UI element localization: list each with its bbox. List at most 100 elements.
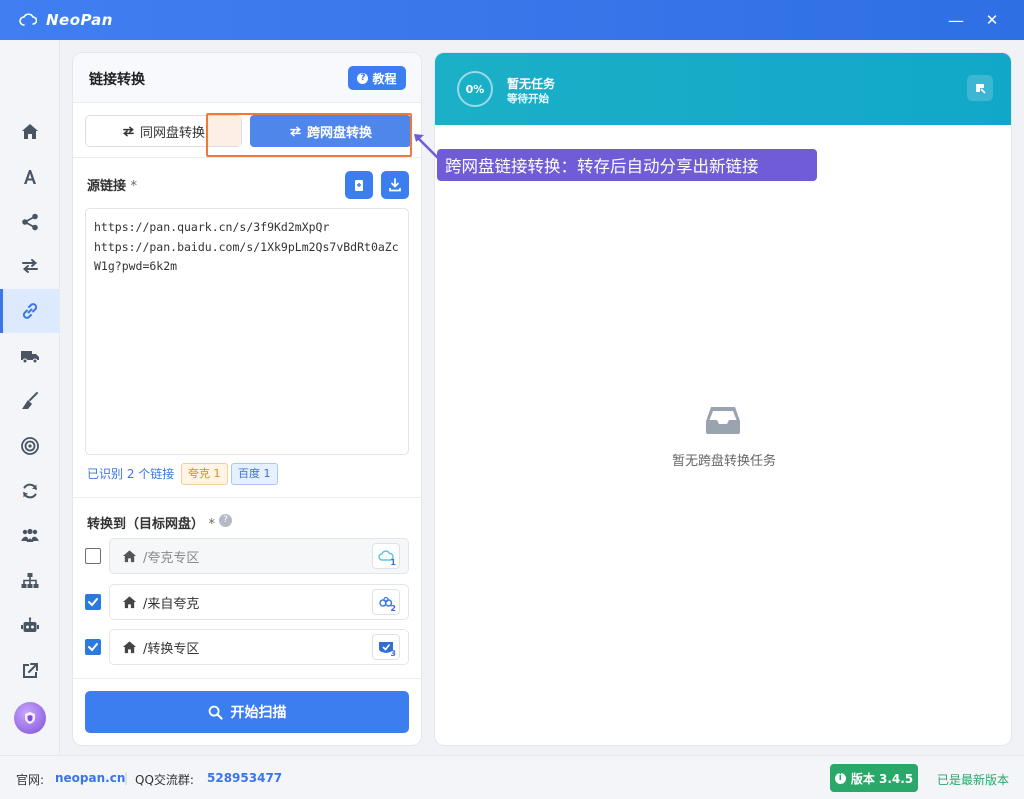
home-icon bbox=[122, 595, 137, 608]
tag-quark: 夸克 1 bbox=[181, 463, 228, 485]
task-status-title: 暂无任务 bbox=[507, 77, 556, 91]
sidebar-item-external-link[interactable] bbox=[0, 649, 60, 693]
target-checkbox-2[interactable] bbox=[85, 594, 101, 610]
highlight-annotation bbox=[206, 113, 412, 157]
required-mark: * bbox=[130, 179, 138, 194]
check-icon bbox=[88, 643, 98, 652]
home-icon bbox=[122, 640, 137, 653]
collapse-button[interactable] bbox=[967, 75, 993, 101]
progress-ring: 0% bbox=[457, 71, 493, 107]
panel-title: 链接转换 bbox=[89, 72, 145, 88]
users-icon bbox=[21, 528, 39, 542]
target-checkbox-1[interactable] bbox=[85, 548, 101, 564]
transfer-drive-icon: 3 bbox=[372, 634, 400, 660]
transfer-icon bbox=[22, 259, 38, 273]
footer: 官网: neopan.cn | QQ交流群: 528953477 i 版本 3.… bbox=[0, 755, 1024, 799]
target-row-3[interactable]: /转换专区 3 bbox=[109, 629, 409, 665]
latest-version-label: 已是最新版本 bbox=[937, 773, 1010, 787]
drive-number: 1 bbox=[390, 558, 396, 567]
cloud-logo-icon bbox=[18, 10, 38, 30]
robot-icon bbox=[21, 617, 39, 632]
drive-number: 3 bbox=[390, 649, 396, 658]
progress-header: 0% 暂无任务 等待开始 bbox=[435, 53, 1011, 125]
start-scan-label: 开始扫描 bbox=[230, 705, 287, 721]
target-icon bbox=[21, 437, 39, 455]
progress-percent: 0% bbox=[465, 82, 485, 96]
tutorial-button[interactable]: ? 教程 bbox=[348, 66, 406, 90]
home-icon bbox=[22, 124, 38, 139]
source-link-label: 源链接 * bbox=[87, 175, 137, 194]
target-drive-label-text: 转换到（目标网盘） bbox=[87, 517, 205, 532]
divider bbox=[73, 157, 421, 158]
close-button[interactable]: ✕ bbox=[972, 0, 1012, 40]
tag-baidu: 百度 1 bbox=[231, 463, 278, 485]
divider bbox=[73, 678, 421, 679]
sidebar-item-share[interactable] bbox=[0, 200, 60, 244]
title-bar: NeoPan — ✕ bbox=[0, 0, 1024, 40]
sidebar-item-font[interactable] bbox=[0, 155, 60, 199]
sidebar bbox=[0, 40, 60, 755]
tutorial-label: 教程 bbox=[372, 71, 397, 86]
target-drive-label: 转换到（目标网盘） * bbox=[87, 513, 215, 532]
target-checkbox-3[interactable] bbox=[85, 639, 101, 655]
external-link-icon bbox=[23, 663, 38, 678]
search-icon bbox=[208, 705, 223, 720]
sidebar-item-sync[interactable] bbox=[0, 469, 60, 513]
font-icon bbox=[24, 170, 36, 184]
inbox-icon bbox=[706, 407, 740, 434]
help-icon[interactable]: ? bbox=[219, 514, 232, 527]
app-title: NeoPan bbox=[46, 11, 113, 29]
task-status-subtitle: 等待开始 bbox=[507, 93, 549, 105]
target-path: /转换专区 bbox=[143, 641, 200, 657]
check-icon bbox=[88, 598, 98, 607]
annotation-text: 跨网盘链接转换：转存后自动分享出新链接 bbox=[445, 157, 759, 176]
import-button[interactable] bbox=[381, 171, 409, 199]
target-path: /来自夸克 bbox=[143, 596, 200, 612]
source-link-label-text: 源链接 bbox=[87, 179, 127, 194]
collapse-icon bbox=[976, 84, 986, 94]
broom-icon bbox=[22, 392, 38, 409]
sidebar-item-target[interactable] bbox=[0, 424, 60, 468]
sidebar-item-sitemap[interactable] bbox=[0, 559, 60, 603]
sidebar-item-transfer[interactable] bbox=[0, 244, 60, 288]
quark-drive-icon: 1 bbox=[372, 543, 400, 569]
baidu-drive-icon: 2 bbox=[372, 589, 400, 615]
target-row-1[interactable]: /夸克专区 1 bbox=[109, 538, 409, 574]
recognized-count: 已识别 2 个链接 bbox=[87, 467, 175, 481]
sidebar-item-truck[interactable] bbox=[0, 334, 60, 378]
sidebar-item-users[interactable] bbox=[0, 514, 60, 558]
shield-icon bbox=[25, 712, 35, 724]
target-row-2[interactable]: /来自夸克 2 bbox=[109, 584, 409, 620]
required-mark: * bbox=[208, 517, 216, 532]
version-badge[interactable]: i 版本 3.4.5 bbox=[830, 764, 918, 792]
sidebar-item-robot[interactable] bbox=[0, 604, 60, 648]
share-icon bbox=[22, 213, 38, 231]
target-path: /夸克专区 bbox=[143, 550, 200, 566]
link-icon bbox=[22, 303, 38, 319]
tab-same-drive-label: 同网盘转换 bbox=[139, 125, 205, 141]
truck-icon bbox=[21, 351, 39, 364]
footer-separator: | bbox=[124, 771, 129, 785]
sidebar-item-home[interactable] bbox=[0, 110, 60, 154]
exchange-icon bbox=[123, 126, 134, 136]
site-link[interactable]: neopan.cn bbox=[55, 771, 125, 785]
home-icon bbox=[122, 549, 137, 562]
minimize-button[interactable]: — bbox=[936, 0, 976, 40]
site-label: 官网: bbox=[16, 773, 45, 787]
link-convert-panel: 链接转换 ? 教程 同网盘转换 跨网盘转换 源链接 * https://pan.… bbox=[72, 52, 422, 746]
sidebar-item-link[interactable] bbox=[0, 289, 60, 333]
qq-number[interactable]: 528953477 bbox=[207, 771, 282, 785]
avatar[interactable] bbox=[14, 702, 46, 734]
annotation-callout: 跨网盘链接转换：转存后自动分享出新链接 bbox=[437, 149, 817, 181]
start-scan-button[interactable]: 开始扫描 bbox=[85, 691, 409, 733]
download-icon bbox=[389, 178, 401, 192]
paste-button[interactable] bbox=[345, 171, 373, 199]
sitemap-icon bbox=[21, 573, 39, 588]
question-icon: ? bbox=[357, 72, 369, 84]
version-label: 版本 3.4.5 bbox=[850, 771, 914, 786]
drive-number: 2 bbox=[390, 604, 396, 613]
sidebar-item-broom[interactable] bbox=[0, 379, 60, 423]
qq-label: QQ交流群: bbox=[135, 773, 194, 787]
source-link-input[interactable]: https://pan.quark.cn/s/3f9Kd2mXpQr https… bbox=[85, 208, 409, 455]
sync-icon bbox=[23, 483, 37, 499]
